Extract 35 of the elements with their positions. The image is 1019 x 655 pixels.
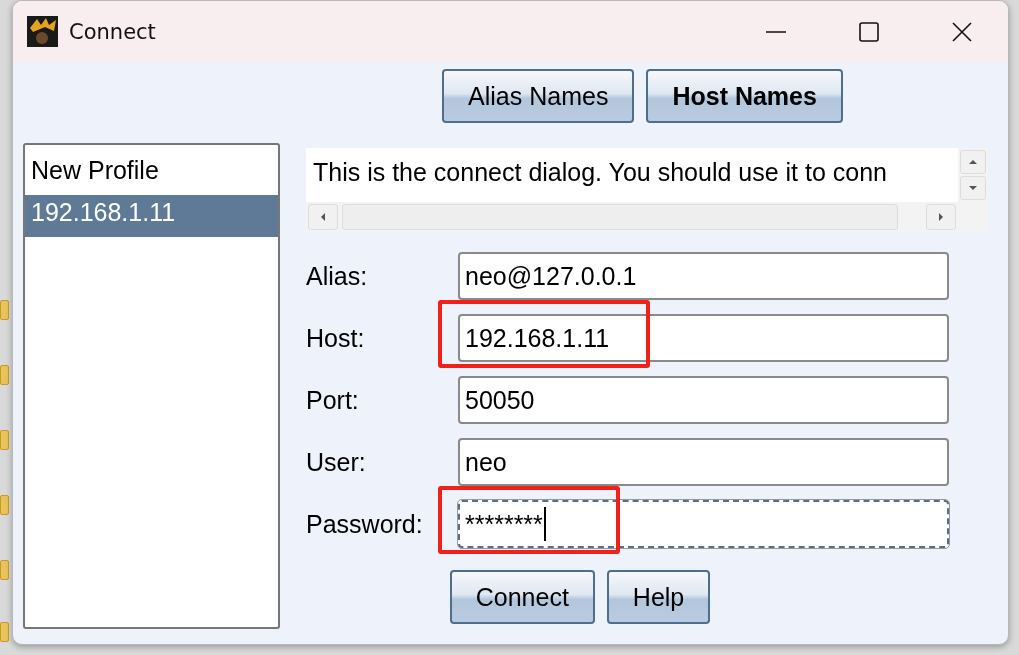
down-arrow-icon: [967, 183, 979, 193]
field-label: Host:: [306, 323, 366, 353]
dialog-button[interactable]: Connect: [449, 570, 595, 624]
tab[interactable]: Alias Names: [442, 69, 635, 123]
tab[interactable]: Host Names: [646, 69, 843, 123]
dialog-button[interactable]: Help: [606, 570, 711, 624]
app-icon: [27, 16, 58, 47]
folder-icon: [0, 622, 9, 642]
profile-item[interactable]: 192.168.1.11: [25, 195, 278, 237]
minimize-icon: [764, 30, 787, 33]
text-field[interactable]: 192.168.1.11: [458, 314, 949, 362]
profile-item[interactable]: New Profile: [25, 153, 278, 195]
field-label: Alias:: [306, 261, 369, 291]
text-field[interactable]: ********: [458, 500, 949, 548]
text-field[interactable]: 50050: [458, 376, 949, 424]
scroll-up-button[interactable]: [960, 150, 986, 174]
text-field[interactable]: neo: [458, 438, 949, 486]
folder-icon: [0, 560, 9, 580]
text-field[interactable]: neo@127.0.0.1: [458, 252, 949, 300]
folder-icon: [0, 430, 9, 450]
folder-icon: [0, 365, 9, 385]
field-label: User:: [306, 447, 367, 477]
field-label: Password:: [306, 509, 424, 539]
close-icon: [950, 20, 973, 43]
folder-icon: [0, 300, 9, 320]
window-title: Connect: [69, 19, 157, 44]
folder-icon: [0, 495, 9, 515]
field-label: Port:: [306, 385, 360, 415]
maximize-icon: [857, 20, 880, 43]
scroll-right-button[interactable]: [926, 204, 956, 230]
right-arrow-icon: [936, 211, 946, 223]
scroll-left-button[interactable]: [308, 204, 338, 230]
description-text: This is the connect dialog. You should use it to conn: [306, 148, 958, 202]
scroll-down-button[interactable]: [960, 176, 986, 200]
up-arrow-icon: [967, 157, 979, 167]
